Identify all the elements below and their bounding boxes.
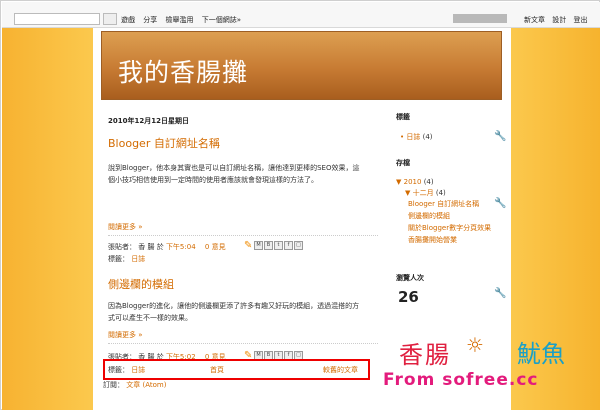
blog-share-icon[interactable]: B — [264, 241, 273, 250]
sidebar-title-labels: 標籤 — [396, 113, 410, 121]
archive-month: 十二月 — [412, 189, 434, 197]
visitor-count: 26 — [398, 288, 419, 306]
archive-post-link[interactable]: Blooger 自訂網址名稱 — [408, 199, 479, 209]
collapse-triangle-icon[interactable]: ▼ — [396, 178, 401, 186]
post-separator — [108, 235, 378, 236]
navbar-link-share[interactable]: 分享 — [143, 16, 157, 24]
search-button[interactable] — [103, 13, 117, 25]
share-buttons: M B t f □ — [254, 241, 303, 250]
read-more-link[interactable]: 閱讀更多 » — [108, 222, 143, 232]
facebook-share-icon[interactable]: f — [284, 241, 293, 250]
collapse-triangle-icon[interactable]: ▼ — [405, 189, 410, 197]
subscribe-label: 訂閱： — [103, 381, 124, 389]
author-label: 張貼者： — [108, 243, 136, 251]
navbar-link-game[interactable]: 遊戲 — [121, 16, 135, 24]
sidebar-label-bullet: • — [400, 133, 405, 141]
post-body-line: 因為Blogger的進化，讓他的側邊欄更添了許多有趣又好玩的模組，透過混搭的方 — [108, 302, 360, 310]
buzz-share-icon[interactable]: □ — [294, 241, 303, 250]
label-prefix: 標籤： — [108, 255, 129, 263]
post-body-line: 說到Blogger，他本身其實也是可以自訂網址名稱，讓他達到更棒的SEO效果，這 — [108, 164, 360, 172]
navbar-links: 遊戲 分享 檢舉濫用 下一個網誌» — [121, 15, 247, 25]
archive-year-2010[interactable]: ▼ 2010 (4) — [396, 178, 434, 186]
post-body-sidebar-modules: 因為Blogger的進化，讓他的側邊欄更添了許多有趣又好玩的模組，透過混搭的方 … — [108, 300, 378, 324]
watermark-title: 香腸 — [399, 341, 451, 369]
post-body-line: 個小技巧相信使用到一定時間的使用者應該就會發現這樣的方法了。 — [108, 176, 318, 184]
archive-year-count: (4) — [423, 178, 434, 186]
post-separator — [108, 343, 378, 344]
navbar-link-next-blog[interactable]: 下一個網誌» — [202, 16, 241, 24]
label-link-journal[interactable]: 日誌 — [131, 255, 145, 263]
logout-link[interactable]: 登出 — [573, 16, 587, 24]
sidebar-title-archive: 存檔 — [396, 159, 410, 167]
email-share-icon[interactable]: M — [254, 241, 263, 250]
subscribe-feed: 訂閱： 文章 (Atom) — [103, 380, 166, 390]
wrench-icon[interactable]: 🔧 — [494, 198, 506, 209]
blog-header: 我的香腸攤 — [101, 31, 502, 100]
watermark-mascot-icon: ☼ — [466, 333, 484, 357]
archive-month-count: (4) — [435, 189, 446, 197]
archive-year: 2010 — [403, 178, 422, 186]
older-posts-link[interactable]: 較舊的文章 — [323, 365, 358, 375]
twitter-share-icon[interactable]: t — [274, 241, 283, 250]
sidebar-title-visitors: 瀏覽人次 — [396, 274, 424, 282]
archive-post-link[interactable]: 香腸攤開始營業 — [408, 235, 457, 245]
post-date: 2010年12月12日星期日 — [108, 117, 189, 125]
blurred-user-email — [453, 14, 507, 23]
blog-title[interactable]: 我的香腸攤 — [118, 53, 248, 89]
browser-screenshot-frame: 遊戲 分享 檢舉濫用 下一個網誌» 新文章 設計 登出 我的香腸攤 2010年1… — [0, 0, 600, 410]
watermark-fish-text: 魷魚 — [517, 340, 565, 368]
blog-background: 我的香腸攤 2010年12月12日星期日 Blooger 自訂網址名稱 說到Bl… — [2, 28, 600, 410]
navbar-link-report[interactable]: 檢舉濫用 — [165, 16, 193, 24]
wrench-icon[interactable]: 🔧 — [494, 131, 506, 142]
blog-search-input[interactable] — [14, 13, 100, 25]
sidebar-label-count: (4) — [422, 133, 433, 141]
sidebar-label-name: 日誌 — [406, 133, 421, 141]
post-body-blooger: 說到Blogger，他本身其實也是可以自訂網址名稱，讓他達到更棒的SEO效果，這… — [108, 162, 378, 186]
sidebar-label-journal[interactable]: • 日誌 (4) — [400, 132, 433, 142]
comments-link[interactable]: 0 意見 — [205, 243, 226, 251]
new-post-link[interactable]: 新文章 — [524, 16, 545, 24]
watermark-site: From sofree.cc — [383, 370, 539, 390]
edit-post-icon[interactable]: ✎ — [244, 240, 252, 251]
read-more-link[interactable]: 閱讀更多 » — [108, 330, 143, 340]
home-page-link[interactable]: 首頁 — [210, 365, 224, 375]
post-meta-blooger: 張貼者： 香 腸 於 下午5:04 0 意見 — [108, 242, 226, 252]
post-title-blooger[interactable]: Blooger 自訂網址名稱 — [108, 135, 220, 151]
blogger-navbar: 遊戲 分享 檢舉濫用 下一個網誌» 新文章 設計 登出 — [2, 2, 600, 28]
archive-post-link[interactable]: 關於Blogger數字分頁效果 — [408, 223, 491, 233]
post-body-line: 式可以產生不一樣的效果。 — [108, 314, 192, 322]
post-title-sidebar-modules[interactable]: 側邊欄的模組 — [108, 276, 174, 292]
wrench-icon[interactable]: 🔧 — [494, 288, 506, 299]
archive-post-link[interactable]: 側邊欄的模組 — [408, 211, 450, 221]
post-label-row: 標籤： 日誌 — [108, 254, 145, 264]
design-link[interactable]: 設計 — [552, 16, 566, 24]
at-label: 於 — [156, 243, 164, 251]
archive-month-december[interactable]: ▼ 十二月 (4) — [405, 188, 446, 198]
atom-feed-link[interactable]: 文章 (Atom) — [126, 381, 166, 389]
navbar-right-links: 新文章 設計 登出 — [519, 15, 587, 25]
author-name: 香 腸 — [138, 243, 155, 251]
post-time-link[interactable]: 下午5:04 — [166, 243, 196, 251]
